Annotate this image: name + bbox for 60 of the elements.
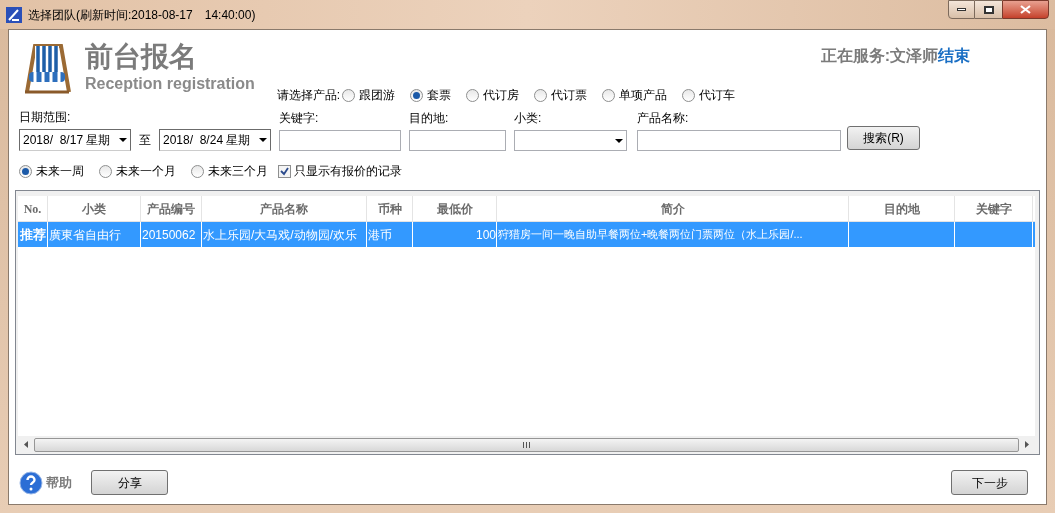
column-header[interactable]: 目的地 (849, 196, 955, 221)
column-header[interactable]: 关键字 (955, 196, 1033, 221)
grip-icon (523, 441, 530, 448)
page-title: 前台报名 (85, 40, 198, 74)
radio-option[interactable]: 代订票 (534, 86, 588, 104)
window-title: 选择团队(刷新时间:2018-08-17 14:40:00) (28, 6, 256, 24)
radio-option[interactable]: 单项产品 (602, 86, 668, 104)
table-cell: 狩猎房一间一晚自助早餐两位+晚餐两位门票两位（水上乐园/... (497, 222, 849, 247)
text-field[interactable] (409, 130, 506, 151)
date-picker[interactable]: 2018/ 8/24 星期 (159, 129, 271, 151)
column-header[interactable]: 简介 (497, 196, 849, 221)
caret-icon (615, 138, 623, 143)
scroll-right-icon[interactable] (1025, 441, 1029, 448)
destination-label: 目的地: (409, 110, 450, 127)
radio-option[interactable]: 套票 (410, 86, 452, 104)
share-button[interactable]: 分享 (91, 470, 168, 495)
radio-option[interactable]: 跟团游 (342, 86, 396, 104)
app-icon (6, 6, 22, 23)
scroll-left-icon[interactable] (24, 441, 28, 448)
service-status: 正在服务:文泽师 (820, 47, 938, 64)
column-header[interactable]: 最低价 (413, 196, 497, 221)
text-field[interactable] (279, 130, 401, 151)
product-name-label: 产品名称: (637, 110, 690, 127)
table-cell: 推荐 (18, 222, 48, 247)
radio-option[interactable]: 未来三个月 (191, 162, 268, 180)
checkmark-icon (280, 166, 289, 176)
next-button[interactable]: 下一步 (951, 470, 1028, 495)
minimize-button[interactable] (948, 0, 975, 19)
date-picker[interactable]: 2018/ 8/17 星期 (19, 129, 131, 151)
column-header[interactable]: 产品名称 (202, 196, 367, 221)
keyword-label: 关键字: (279, 110, 320, 127)
end-link[interactable]: 结束 (938, 47, 970, 64)
quoted-only-checkbox[interactable]: 只显示有报价的记录 (278, 162, 402, 180)
table-cell: 20150062 (141, 222, 202, 247)
table-cell: 水上乐园/大马戏/动物园/欢乐 (202, 222, 367, 247)
category-label: 小类: (514, 110, 543, 127)
help-label[interactable]: 帮助 (46, 472, 72, 493)
maximize-button[interactable] (975, 0, 1002, 19)
table-cell: 港币 (367, 222, 413, 247)
radio-option[interactable]: 未来一周 (19, 162, 84, 180)
page-subtitle: Reception registration (85, 74, 255, 94)
caret-icon (119, 138, 127, 142)
radio-option[interactable]: 未来一个月 (99, 162, 176, 180)
table-cell: 廣東省自由行 (48, 222, 141, 247)
date-range-label: 日期范围: (19, 109, 72, 126)
to-label: 至 (139, 132, 151, 149)
column-header[interactable]: 产品编号 (141, 196, 202, 221)
radio-option[interactable]: 代订房 (466, 86, 520, 104)
search-button[interactable]: 搜索(R) (847, 126, 920, 150)
caret-icon (259, 138, 267, 142)
column-header[interactable]: 币种 (367, 196, 413, 221)
close-button[interactable] (1002, 0, 1049, 19)
column-header[interactable]: No. (18, 196, 48, 221)
help-icon[interactable] (19, 470, 43, 495)
column-header[interactable]: 小类 (48, 196, 141, 221)
product-label: 请选择产品: (276, 87, 341, 104)
radio-option[interactable]: 代订车 (682, 86, 736, 104)
table-cell: 100 (413, 222, 497, 247)
close-icon (1020, 5, 1031, 14)
text-field[interactable] (637, 130, 841, 151)
